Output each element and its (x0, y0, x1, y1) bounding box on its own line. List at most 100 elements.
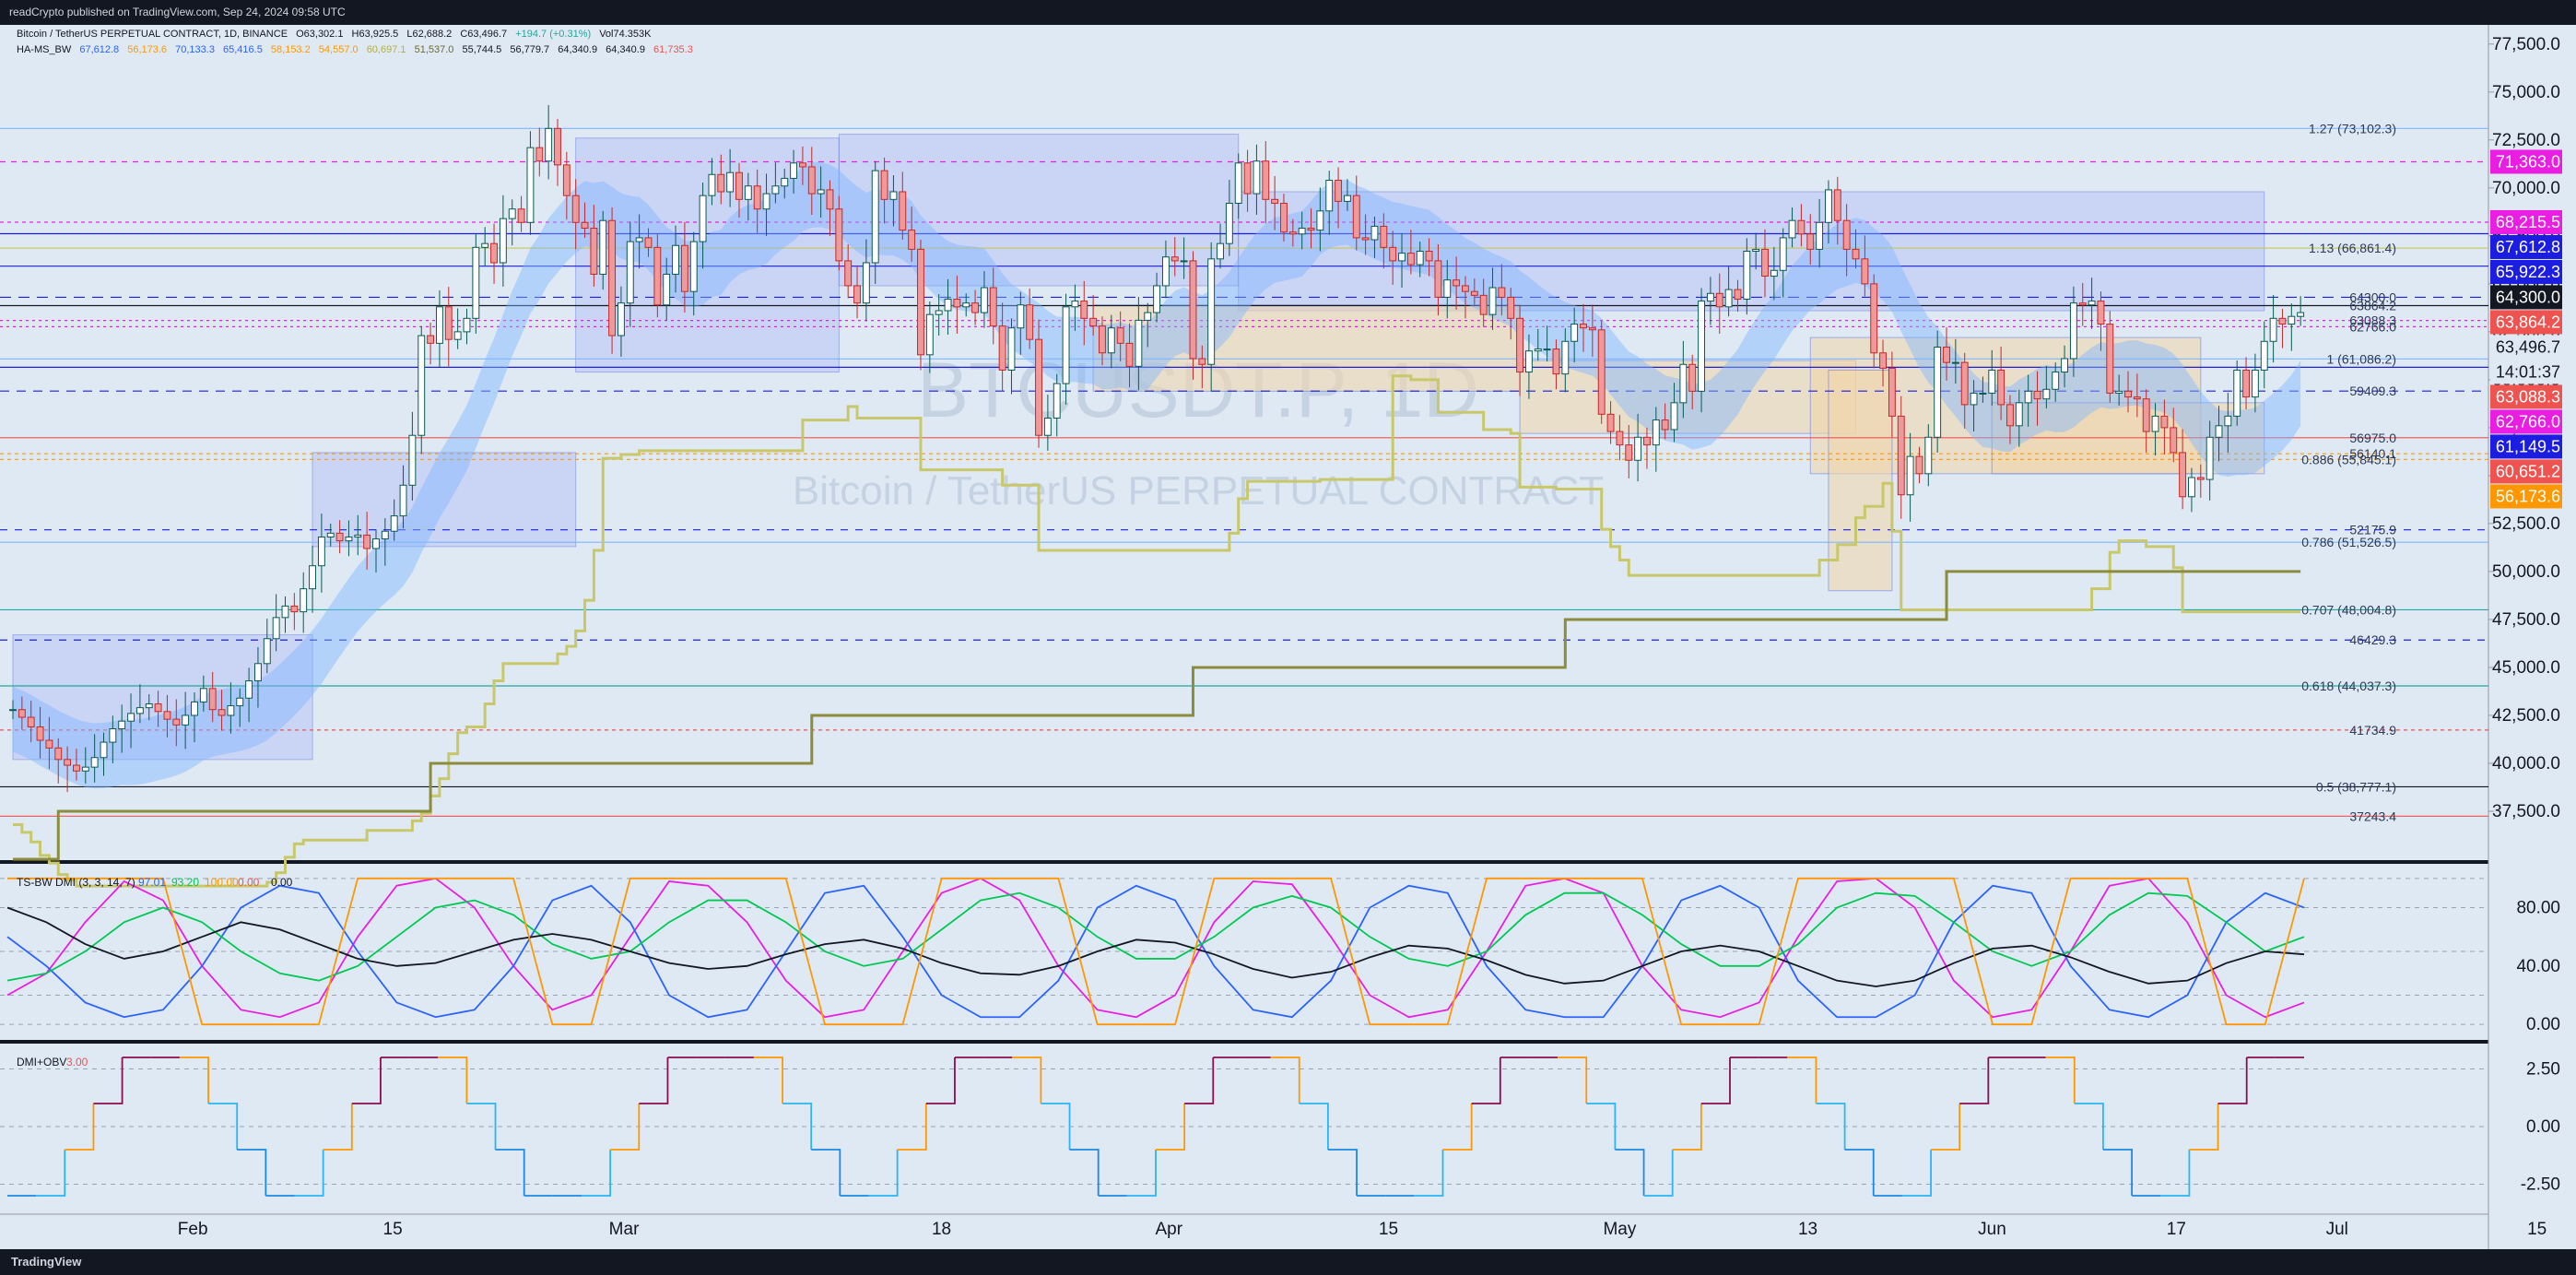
level-label: 0.618 (44,037.3) (2301, 679, 2396, 693)
ha-value: 67,612.8 (79, 44, 120, 55)
candle-body (1724, 289, 1733, 308)
candle-body (2242, 369, 2250, 398)
dmi-tick-label: 40.00 (2516, 957, 2560, 976)
candle-body (2106, 324, 2114, 394)
candle-body (726, 171, 735, 193)
ha-value: 54,557.0 (318, 44, 359, 55)
candle-body (2042, 388, 2051, 400)
candle-body (1026, 304, 1034, 340)
candle-body (862, 262, 870, 304)
candle-body (2160, 415, 2169, 429)
candle-body (1498, 287, 1506, 298)
y-tick-label: 47,500.0 (2492, 610, 2560, 630)
candle-body (1370, 225, 1379, 241)
candle-body (653, 246, 662, 306)
candle-body (354, 534, 362, 537)
candle-body (699, 195, 707, 242)
candle-body (753, 185, 761, 210)
level-label: 59409.3 (2349, 384, 2396, 398)
candle-body (1253, 160, 1261, 195)
candle (1934, 330, 1942, 453)
candle-body (1125, 342, 1134, 367)
candle-body (1470, 290, 1478, 296)
candle-body (281, 605, 289, 619)
chart-canvas[interactable]: 37,500.0 40,000.0 42,500.0 45,000.0 47,500.0… (0, 25, 2576, 1249)
candle-body (2124, 390, 2132, 398)
candle-body (971, 302, 980, 313)
candle-body (2097, 301, 2105, 325)
dmi-title: TS-BW DMI (3, 3, 14, 7) (17, 876, 135, 889)
level-label: 1.13 (66,861.4) (2309, 241, 2396, 255)
candle-body (1816, 221, 1824, 250)
x-tick-label: 13 (1798, 1220, 1817, 1239)
ha-value: 56,173.6 (127, 44, 168, 55)
candle-body (771, 185, 780, 195)
candle-body (1516, 317, 1524, 373)
candle-body (2069, 302, 2077, 360)
ohlc-high: H63,925.5 (351, 29, 399, 40)
candle-body (335, 532, 344, 542)
candle-body (1280, 202, 1288, 233)
candle-body (145, 702, 153, 709)
level-label: 63864.2 (2349, 298, 2396, 313)
candle-body (1842, 219, 1851, 250)
candle-body (2251, 369, 2259, 398)
candle-body (1307, 228, 1315, 231)
candle-body (508, 208, 516, 219)
x-tick-label: May (1603, 1220, 1636, 1239)
candle-body (1552, 348, 1560, 375)
dmi-legend-value: 0.00 (238, 876, 260, 889)
candle-body (853, 285, 861, 304)
candle-body (73, 764, 80, 772)
candle-body (844, 260, 853, 287)
y-tick-label: 45,000.0 (2492, 658, 2560, 678)
candle-body (1316, 210, 1324, 231)
level-label: 62766.0 (2349, 319, 2396, 334)
candle-body (2278, 317, 2287, 325)
price-badge-label: 71,363.0 (2496, 152, 2560, 171)
candle-body (1007, 327, 1016, 371)
candle-body (2151, 415, 2159, 432)
candle-body (127, 713, 135, 722)
candle-body (980, 287, 988, 313)
price-badge-label: 56,173.6 (2496, 487, 2560, 505)
candle-body (1406, 253, 1415, 266)
candle-body (889, 191, 898, 200)
candle-body (635, 237, 643, 242)
candle-body (1543, 348, 1551, 351)
candle-body (1997, 369, 2006, 406)
candle-body (1643, 436, 1651, 446)
ha-value: 64,340.9 (558, 44, 598, 55)
candle-body (689, 241, 698, 292)
candle-body (590, 228, 598, 275)
candle-body (1198, 358, 1206, 365)
candle-body (372, 538, 380, 549)
candle-body (1425, 250, 1433, 262)
candle-body (418, 335, 426, 436)
candle-body (218, 709, 226, 716)
candle-body (1361, 237, 1370, 241)
candle-body (762, 193, 770, 210)
candle-body (245, 680, 253, 699)
candle-body (182, 714, 190, 726)
candle-body (1951, 361, 1959, 364)
watermark-name: Bitcoin / TetherUS PERPETUAL CONTRACT (793, 468, 1604, 514)
candle (917, 240, 924, 371)
candle-body (953, 299, 961, 308)
ha-value: 61,735.3 (653, 44, 693, 55)
candle-body (399, 484, 407, 517)
candle-body (817, 189, 825, 195)
candle-body (1734, 289, 1742, 301)
candle-body (826, 189, 834, 210)
candle-body (1906, 455, 1914, 496)
candle-body (644, 237, 653, 248)
candle-body (908, 230, 916, 250)
candle-body (2205, 436, 2214, 480)
ha-value: 60,697.1 (366, 44, 406, 55)
x-tick-label: Feb (178, 1220, 208, 1239)
candle-body (1706, 292, 1714, 302)
candle-body (1262, 160, 1270, 200)
candle-body (2088, 301, 2096, 306)
candle-body (472, 246, 480, 319)
price-badge-label: 68,215.5 (2496, 213, 2560, 231)
